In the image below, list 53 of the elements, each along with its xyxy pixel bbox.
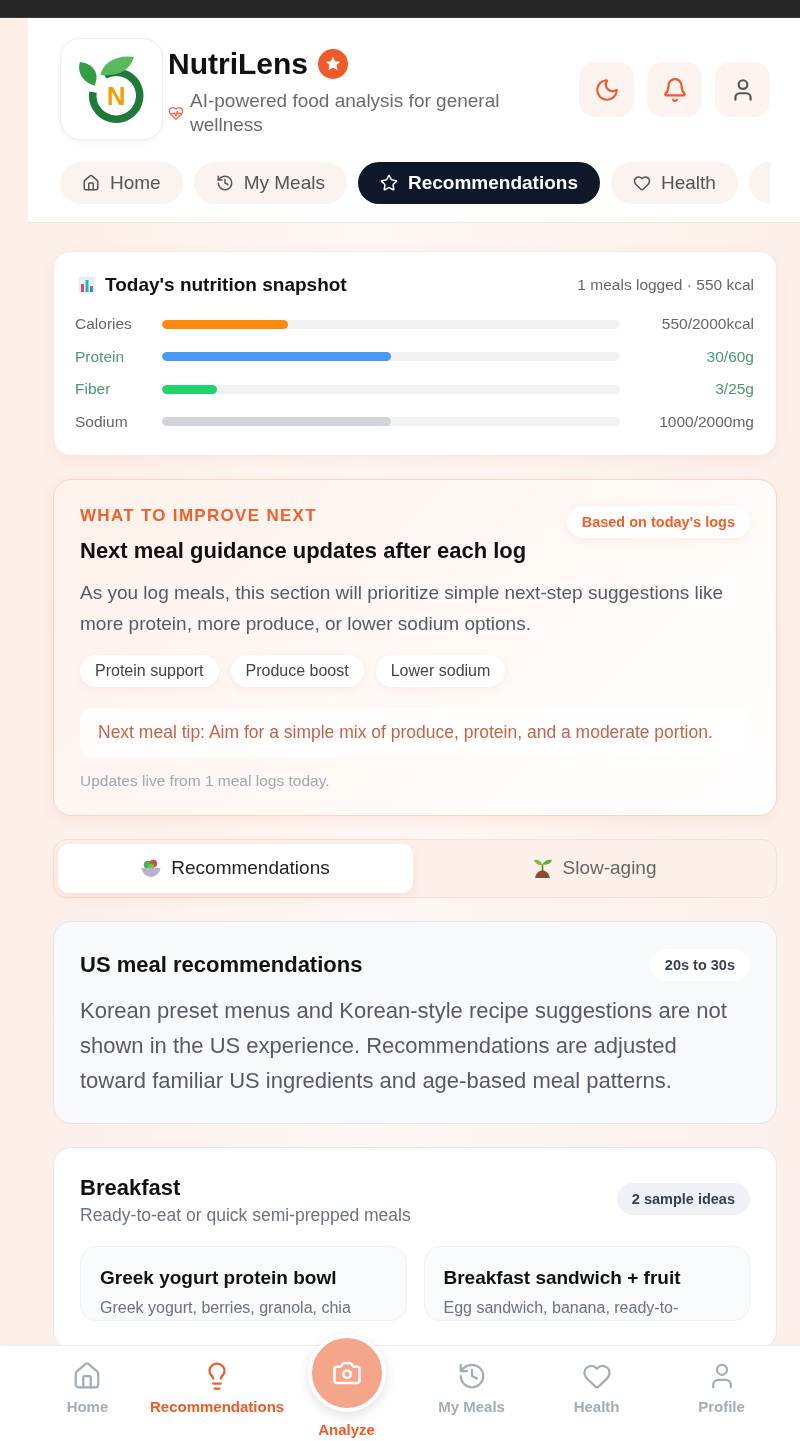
salad-bowl-icon — [141, 859, 162, 877]
star-icon — [380, 174, 398, 192]
update-note: Updates live from 1 meal logs today. — [80, 771, 331, 790]
segment-tab[interactable]: Recommendations — [58, 843, 413, 893]
meal-card[interactable]: Greek yogurt protein bowl Greek yogurt, berries, granola, chia — [80, 1245, 407, 1321]
nutrient-label: Fiber — [75, 380, 112, 398]
snapshot-title: Today's nutrition snapshot — [105, 274, 347, 296]
meal-name: Breakfast sandwich + fruit — [443, 1266, 682, 1289]
nutrient-label: Sodium — [75, 412, 129, 431]
meal-section-subtitle: Ready-to-eat or quick semi-prepped meals — [80, 1204, 411, 1226]
improve-title: Next meal guidance updates after each log — [80, 537, 527, 564]
nav-tab[interactable]: My Meals — [193, 162, 347, 204]
nutrient-label: Calories — [75, 315, 133, 333]
nutrient-value: 1000/2000mg — [658, 412, 754, 431]
segment-tab[interactable]: Slow-aging — [417, 843, 772, 893]
app-title: NutriLens — [168, 46, 308, 81]
heart-icon — [632, 174, 651, 192]
house-icon — [82, 174, 100, 192]
nutrient-value: 550/2000kcal — [660, 315, 754, 333]
history-icon — [215, 174, 234, 192]
logo-icon: N — [60, 38, 163, 140]
ideas-badge: 2 sample ideas — [616, 1182, 750, 1215]
meal-ingredients: Egg sandwich, banana, ready-to- — [443, 1298, 680, 1317]
nav-tab[interactable]: Health — [610, 162, 738, 204]
meal-ingredients: Greek yogurt, berries, granola, chia — [100, 1298, 352, 1317]
seedling-icon — [532, 858, 553, 878]
age-badge: 20s to 30s — [649, 948, 750, 981]
meal-section-title: Breakfast — [80, 1174, 182, 1201]
profile-button[interactable] — [715, 62, 770, 117]
bell-icon — [661, 76, 688, 103]
section-eyebrow: WHAT TO IMPROVE NEXT — [80, 505, 318, 526]
notifications-button[interactable] — [647, 62, 702, 117]
snapshot-summary: 1 meals logged · 550 kcal — [577, 276, 754, 294]
suggestion-chip: Lower sodium — [375, 654, 506, 687]
star-badge-icon — [318, 48, 348, 79]
logs-badge: Based on today's logs — [566, 505, 750, 538]
info-card-text: Korean preset menus and Korean-style recipe suggestions are not shown in the US experience. Recommendations are adjusted toward familiar US ingredients and age-based meal patterns. — [80, 996, 728, 1095]
app-tagline: AI-powered food analysis for general wellness — [190, 89, 501, 137]
nutrient-value: 30/60g — [705, 347, 754, 366]
meal-name: Greek yogurt protein bowl — [100, 1266, 338, 1289]
nutrient-value: 3/25g — [714, 380, 754, 398]
theme-toggle-button[interactable] — [579, 62, 634, 117]
bar-chart-icon — [78, 276, 96, 294]
nav-tab[interactable]: Recommendations — [358, 162, 600, 204]
nav-tab[interactable]: Home — [60, 162, 183, 204]
improve-description: As you log meals, this section will prioritize simple next-step suggestions like more protein, more produce, or lower sodium options. — [80, 580, 725, 636]
info-card-title: US meal recommendations — [80, 951, 363, 978]
meal-card[interactable]: Breakfast sandwich + fruit Egg sandwich, banana, ready-to- — [423, 1245, 750, 1321]
nutrient-label: Protein — [75, 347, 126, 366]
heart-pulse-icon — [168, 105, 184, 121]
moon-icon — [593, 76, 620, 103]
suggestion-chip: Protein support — [80, 654, 219, 687]
suggestion-chip: Produce boost — [230, 654, 364, 687]
